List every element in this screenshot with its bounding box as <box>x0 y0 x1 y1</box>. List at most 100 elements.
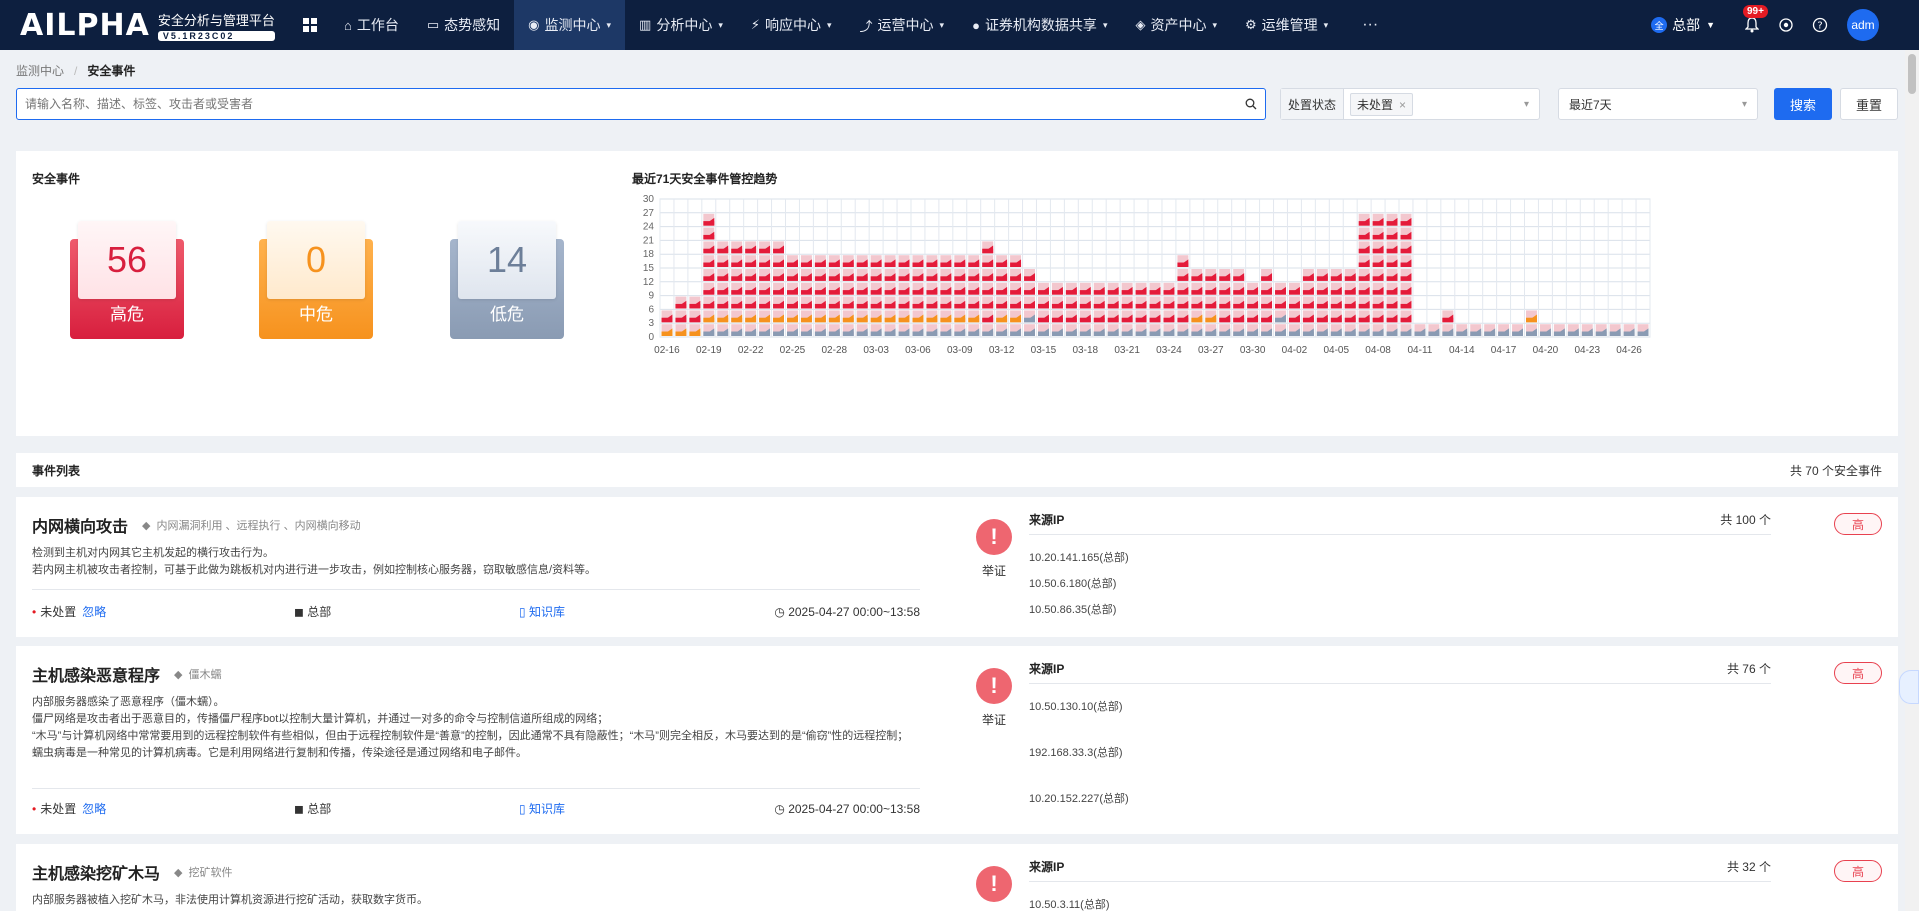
brand-logo[interactable]: AILPHA 安全分析与管理平台 V5.1R23C02 <box>0 8 290 43</box>
low-risk-card[interactable]: 14 低危 <box>450 221 564 339</box>
settings-button[interactable] <box>1769 17 1803 33</box>
search-icon[interactable] <box>1245 98 1257 110</box>
source-ip[interactable]: 10.50.6.180(总部) <box>1029 575 1771 591</box>
medium-risk-card[interactable]: 0 中危 <box>259 221 373 339</box>
event-list-header: 事件列表 共 70 个安全事件 <box>16 453 1898 487</box>
low-risk-count: 14 <box>458 221 556 299</box>
bar-cell-base <box>1400 303 1412 309</box>
search-button[interactable]: 搜索 <box>1774 88 1832 120</box>
scrollbar-thumb[interactable] <box>1908 54 1916 94</box>
bar-cell-base <box>1233 303 1245 309</box>
nav-more-button[interactable]: ··· <box>1342 0 1398 50</box>
bar-cell-base <box>1316 317 1328 323</box>
nav-data-share[interactable]: ● 证券机构数据共享 ▾ <box>958 0 1121 50</box>
bar-cell-base <box>745 276 757 281</box>
bar-cell-base <box>1191 303 1203 309</box>
assistant-float-button[interactable] <box>1899 670 1919 704</box>
high-risk-card[interactable]: 56 高危 <box>70 221 184 339</box>
x-tick-label: 03-30 <box>1240 345 1266 356</box>
bar-cell-base <box>1177 290 1189 295</box>
source-ip[interactable]: 192.168.33.3(总部) <box>1029 744 1771 760</box>
tools-icon: ⚙ <box>1245 17 1257 32</box>
bar-cell-base <box>1358 290 1370 295</box>
source-ip-count[interactable]: 共 32 个 <box>1727 858 1771 875</box>
nav-situation[interactable]: ▭ 态势感知 <box>413 0 514 50</box>
bar-cell-base <box>1609 331 1621 336</box>
evidence-button[interactable]: ! <box>964 866 1024 902</box>
x-tick-label: 04-02 <box>1282 345 1308 356</box>
x-tick-label: 02-22 <box>738 345 764 356</box>
bar-cell-base <box>996 276 1008 281</box>
bar-cell-base <box>1386 276 1398 281</box>
event-row[interactable]: 主机感染挖矿木马 ◆ 挖矿软件 内部服务器被植入挖矿木马，非法使用计算机资源进行… <box>16 844 1898 911</box>
ignore-link[interactable]: 忽略 <box>82 800 106 817</box>
reset-button[interactable]: 重置 <box>1840 88 1898 120</box>
logo-wordmark: AILPHA <box>20 7 150 43</box>
source-ip[interactable]: 10.20.152.227(总部) <box>1029 790 1771 806</box>
event-description: 检测到主机对内网其它主机发起的横行攻击行为。 若内网主机被攻击者控制，可基于此做… <box>32 545 912 579</box>
source-ip[interactable]: 10.20.141.165(总部) <box>1029 549 1771 565</box>
severity-badge: 高 <box>1834 513 1882 535</box>
high-risk-count: 56 <box>78 221 176 299</box>
event-title[interactable]: 主机感染恶意程序 <box>32 662 160 686</box>
nav-response-center[interactable]: ⚡ 响应中心 ▾ <box>737 0 846 50</box>
x-tick-label: 04-23 <box>1574 345 1600 356</box>
bar-cell-base <box>1302 303 1314 309</box>
source-ip[interactable]: 10.50.86.35(总部) <box>1029 601 1771 617</box>
trend-icon: ⤴ <box>859 18 873 34</box>
bar-cell-base <box>982 290 994 295</box>
bar-cell-base <box>1024 317 1035 323</box>
event-row[interactable]: 主机感染恶意程序 ◆ 僵木蠕 内部服务器感染了恶意程序（僵木蠕）。 僵尸网络是攻… <box>16 646 1898 834</box>
status-filter-select[interactable]: 处置状态 未处置 × ▾ <box>1280 88 1540 120</box>
event-title[interactable]: 内网横向攻击 <box>32 513 128 537</box>
time-range-select[interactable]: 最近7天 ▾ <box>1558 88 1758 120</box>
bar-cell-base <box>898 317 910 323</box>
trend-chart[interactable]: 0 3 6 9 12 15 18 21 24 27 30 02-16 02-19 02-22 02-25 02… <box>630 193 1892 433</box>
source-ip[interactable]: 10.50.3.11(总部) <box>1029 896 1771 911</box>
bar-cell-base <box>1163 331 1175 336</box>
nav-workbench[interactable]: ⌂ 工作台 <box>330 0 413 50</box>
search-input[interactable] <box>25 97 1245 111</box>
bar-cell-base <box>870 317 882 323</box>
source-ip[interactable]: 10.50.130.10(总部) <box>1029 698 1771 714</box>
source-ip-count[interactable]: 共 76 个 <box>1727 660 1771 677</box>
evidence-button[interactable]: ! 举证 <box>964 668 1024 728</box>
bar-cell-base <box>828 303 840 309</box>
nav-asset-center[interactable]: ◈ 资产中心 ▾ <box>1121 0 1231 50</box>
ignore-link[interactable]: 忽略 <box>82 603 106 620</box>
bar-cell-base <box>898 303 910 309</box>
app-grid-icon[interactable] <box>290 18 330 32</box>
notification-button[interactable]: 99+ <box>1735 5 1769 33</box>
help-button[interactable]: ? <box>1803 17 1837 33</box>
branch-selector[interactable]: 全 总部 ▼ <box>1651 15 1715 35</box>
bar-cell-base <box>759 290 771 295</box>
nav-monitor-center[interactable]: ◉ 监测中心 ▾ <box>514 0 626 50</box>
bar-cell-base <box>1205 317 1217 323</box>
close-icon[interactable]: × <box>1399 98 1406 112</box>
event-tags: 内网漏洞利用 、远程执行 、内网横向移动 <box>156 520 361 532</box>
bar-cell-base <box>1121 303 1133 309</box>
evidence-button[interactable]: ! 举证 <box>964 519 1024 579</box>
event-title[interactable]: 主机感染挖矿木马 <box>32 860 160 884</box>
knowledge-base-link[interactable]: ▯ 知识库 <box>519 603 565 620</box>
status-badge: 未处置 <box>32 800 76 817</box>
bar-cell-base <box>800 317 812 323</box>
bar-cell-base <box>828 276 840 281</box>
branch-label: 总部 <box>1672 17 1701 33</box>
source-ip-count[interactable]: 共 100 个 <box>1720 511 1771 528</box>
page-scrollbar[interactable] <box>1905 50 1919 911</box>
alert-icon: ! <box>976 668 1012 704</box>
bar-cell-base <box>1302 331 1314 336</box>
knowledge-base-link[interactable]: ▯ 知识库 <box>519 800 565 817</box>
event-row[interactable]: 内网横向攻击 ◆ 内网漏洞利用 、远程执行 、内网横向移动 检测到主机对内网其它… <box>16 497 1898 637</box>
user-avatar[interactable]: adm <box>1847 9 1879 41</box>
desc-line: 内部服务器感染了恶意程序（僵木蠕）。 <box>32 696 225 708</box>
breadcrumb-parent[interactable]: 监测中心 <box>16 64 64 78</box>
nav-analysis-center[interactable]: ▥ 分析中心 ▾ <box>625 0 737 50</box>
bar-cell-base <box>731 290 743 295</box>
bar-cell-base <box>1637 331 1649 336</box>
desc-line: “木马”与计算机网络中常常要用到的远程控制软件有些相似，但由于远程控制软件是“善… <box>32 730 909 742</box>
nav-operation-center[interactable]: ⤴ 运营中心 ▾ <box>846 0 959 50</box>
nav-ops-management[interactable]: ⚙ 运维管理 ▾ <box>1231 0 1342 50</box>
status-filter-label: 处置状态 <box>1281 89 1345 119</box>
